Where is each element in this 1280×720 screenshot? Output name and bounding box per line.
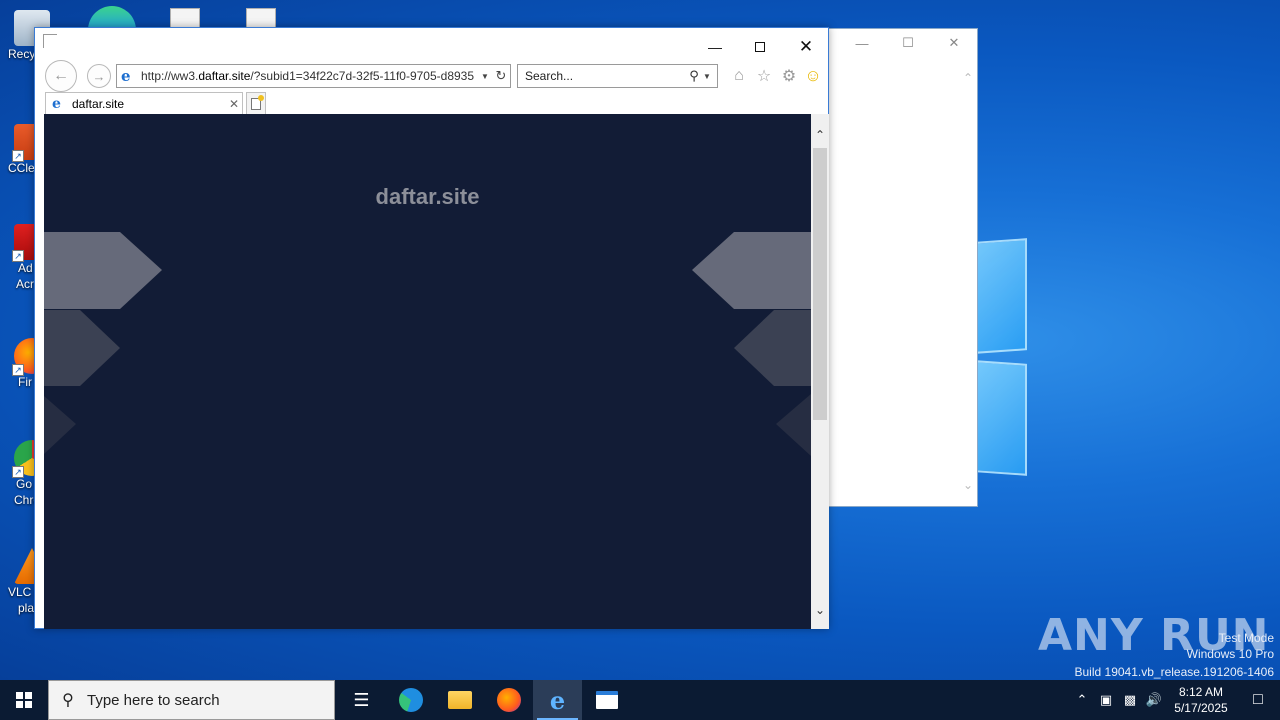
taskbar-search-input[interactable] (87, 691, 334, 709)
system-tray: ⌃ ▣ ▩ 🔊 8:12 AM 5/17/2025 □ (1070, 680, 1280, 720)
decorative-shapes (44, 232, 811, 456)
new-tab-icon (251, 94, 264, 110)
minimize-button[interactable]: — (692, 36, 738, 58)
taskbar-window-app[interactable] (582, 680, 631, 720)
ie-tab-icon: e (52, 95, 61, 112)
page-content: daftar.site (44, 114, 811, 629)
window-menu-icon[interactable] (43, 34, 57, 48)
windows-logo-wallpaper (975, 238, 1035, 480)
left-chevron-2 (44, 310, 120, 386)
taskbar-search[interactable]: ⚲ (48, 680, 335, 720)
device-icon[interactable]: ▣ (1094, 692, 1118, 708)
clock[interactable]: 8:12 AM 5/17/2025 (1166, 684, 1236, 716)
scroll-thumb[interactable] (813, 148, 827, 420)
url-domain: daftar.site (198, 69, 251, 83)
search-icon[interactable]: ⚲ (685, 68, 703, 84)
right-chevron-2 (734, 310, 811, 386)
close-button[interactable]: ✕ (783, 36, 829, 58)
home-icon[interactable]: ⌂ (729, 66, 749, 86)
task-view-icon: ☰ (353, 689, 370, 710)
left-chevron-3 (44, 396, 76, 454)
show-hidden-icons-chevron-icon[interactable]: ⌃ (1070, 692, 1094, 708)
favorites-star-icon[interactable]: ☆ (754, 66, 774, 86)
scroll-up-icon[interactable]: ⌃ (811, 126, 829, 144)
test-mode-text: Test Mode (1218, 631, 1274, 645)
maximize-button[interactable]: ☐ (885, 29, 931, 57)
new-tab-button[interactable] (246, 92, 266, 114)
scroll-down-icon[interactable]: ⌄ (811, 601, 829, 619)
vertical-scrollbar[interactable]: ⌃ ⌄ (811, 114, 829, 629)
refresh-icon[interactable]: ↻ (492, 68, 510, 84)
firefox-icon (496, 688, 521, 712)
feedback-smiley-icon[interactable]: ☺ (803, 66, 823, 86)
settings-gear-icon[interactable]: ⚙ (779, 66, 799, 86)
background-window[interactable]: — ☐ ✕ ⌃ ⌄ (828, 28, 978, 507)
volume-icon[interactable]: 🔊 (1142, 692, 1166, 708)
internet-explorer-window: — ✕ ← → e http://ww3.daftar.site/?subid1… (34, 27, 829, 629)
app-window-icon (595, 691, 618, 709)
taskbar-edge[interactable] (386, 680, 435, 720)
notifications-icon[interactable]: □ (1236, 691, 1280, 709)
address-dropdown-icon[interactable]: ▼ (478, 72, 492, 81)
forward-arrow-icon: → (92, 68, 106, 84)
minimize-button[interactable]: — (839, 29, 885, 57)
tab-close-icon[interactable]: ✕ (226, 97, 242, 111)
right-chevron-3 (776, 394, 811, 456)
maximize-button[interactable] (737, 36, 783, 58)
close-button[interactable]: ✕ (931, 29, 977, 57)
search-box[interactable]: ⚲ ▼ (517, 64, 718, 88)
taskbar-firefox[interactable] (484, 680, 533, 720)
address-url[interactable]: http://ww3.daftar.site/?subid1=34f22c7d-… (141, 69, 478, 83)
start-button[interactable] (0, 680, 48, 720)
search-icon: ⚲ (62, 692, 74, 709)
search-input[interactable] (518, 69, 685, 83)
title-bar[interactable]: — ✕ (35, 28, 828, 58)
windows-edition-text: Windows 10 Pro (1186, 647, 1274, 661)
network-icon[interactable]: ▩ (1118, 692, 1142, 708)
left-chevron-1 (44, 232, 162, 309)
maximize-icon (755, 42, 765, 52)
tab-daftar-site[interactable]: e daftar.site ✕ (45, 92, 243, 114)
scroll-up-icon[interactable]: ⌃ (963, 71, 973, 85)
right-chevron-1 (692, 232, 811, 309)
folder-icon (447, 691, 472, 709)
edge-icon (398, 688, 423, 712)
clock-date: 5/17/2025 (1174, 701, 1228, 715)
tab-label: daftar.site (72, 96, 125, 111)
taskbar-internet-explorer[interactable]: e (533, 680, 582, 720)
build-text: Build 19041.vb_release.191206-1406 (1074, 665, 1275, 679)
url-prefix: http://ww3. (141, 69, 199, 83)
desktop: Recy ↗ CCle ↗ Ad Acr ↗ Fir ↗ Go Chro VLC… (0, 0, 1280, 680)
forward-button[interactable]: → (87, 64, 111, 88)
ie-page-icon: e (121, 67, 131, 85)
ie-icon: e (549, 685, 566, 715)
scroll-down-icon[interactable]: ⌄ (963, 478, 973, 492)
taskbar: ⚲ ☰ e ⌃ ▣ ▩ 🔊 8:12 AM 5/17/2025 □ (0, 680, 1280, 720)
address-bar[interactable]: e http://ww3.daftar.site/?subid1=34f22c7… (116, 64, 511, 88)
task-view-button[interactable]: ☰ (337, 680, 386, 720)
url-suffix: /?subid1=34f22c7d-32f5-11f0-9705-d8935 (250, 69, 475, 83)
back-arrow-icon: ← (53, 67, 69, 84)
windows-start-icon (16, 692, 32, 708)
back-button[interactable]: ← (45, 60, 77, 92)
search-dropdown-icon[interactable]: ▼ (703, 72, 717, 81)
taskbar-file-explorer[interactable] (435, 680, 484, 720)
clock-time: 8:12 AM (1178, 685, 1224, 699)
